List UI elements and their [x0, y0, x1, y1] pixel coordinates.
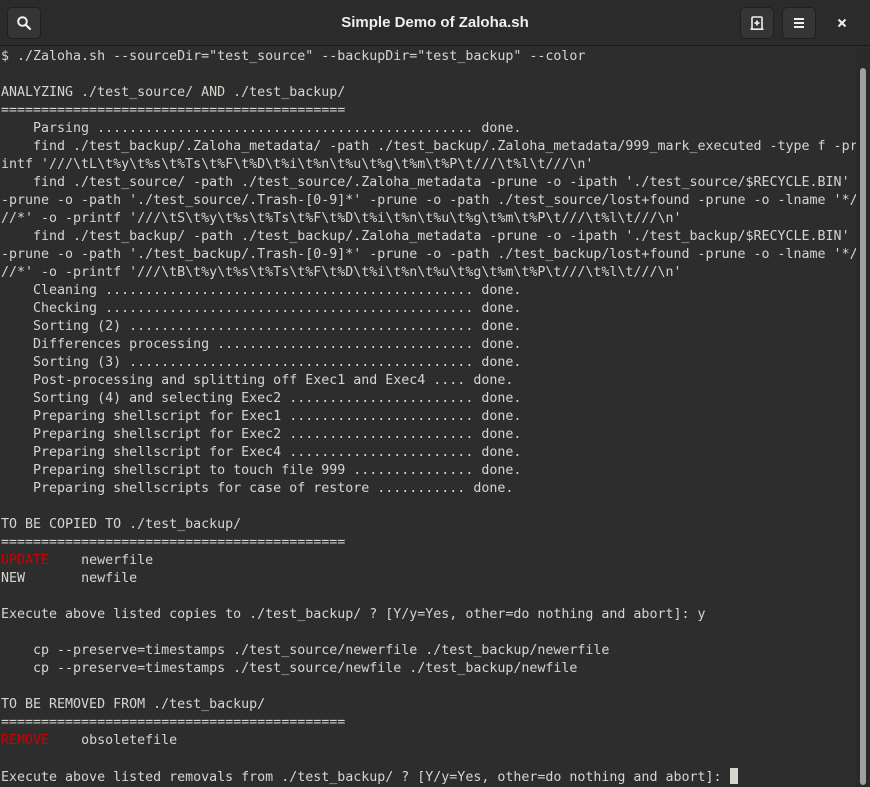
action-label: NEW — [1, 571, 26, 586]
search-button[interactable] — [7, 7, 41, 39]
terminal-line: //*' -o -printf '///\tS\t%y\t%s\t%Ts\t%F… — [1, 211, 682, 226]
terminal-line: intf '///\tL\t%y\t%s\t%Ts\t%F\t%D\t%i\t%… — [1, 157, 594, 172]
new-tab-button[interactable] — [740, 7, 774, 39]
terminal-line: find ./test_source/ -path ./test_source/… — [1, 175, 850, 190]
terminal-line: find ./test_backup/ -path ./test_backup/… — [1, 229, 850, 244]
terminal-line: Preparing shellscript for Exec2 ........… — [1, 427, 522, 442]
terminal-line: ========================================… — [1, 715, 346, 730]
terminal-line: cp --preserve=timestamps ./test_source/n… — [1, 661, 578, 676]
search-icon — [17, 16, 32, 31]
terminal-line: Sorting (4) and selecting Exec2 ........… — [1, 391, 522, 406]
terminal-line: Preparing shellscript for Exec1 ........… — [1, 409, 522, 424]
terminal-line: //*' -o -printf '///\tB\t%y\t%s\t%Ts\t%F… — [1, 265, 682, 280]
terminal-line: ANALYZING ./test_source/ AND ./test_back… — [1, 85, 346, 100]
terminal-line: Cleaning ...............................… — [1, 283, 522, 298]
file-name: obsoletefile — [81, 733, 178, 748]
menu-button[interactable] — [782, 7, 816, 39]
terminal-line: -prune -o -path './test_source/.Trash-[0… — [1, 193, 856, 208]
hamburger-menu-icon — [794, 18, 804, 28]
terminal-line: $ ./Zaloha.sh --sourceDir="test_source" … — [1, 49, 586, 64]
terminal-line: ========================================… — [1, 103, 346, 118]
terminal-line: TO BE COPIED TO ./test_backup/ — [1, 517, 242, 532]
action-label: UPDATE — [1, 553, 50, 568]
action-label: REMOVE — [1, 733, 50, 748]
terminal-line: Post-processing and splitting off Exec1 … — [1, 373, 514, 388]
file-action-row: REMOVE obsoletefile — [1, 732, 856, 750]
terminal-line: Differences processing .................… — [1, 337, 522, 352]
header-bar: Simple Demo of Zaloha.sh — [0, 0, 870, 46]
scrollbar-thumb[interactable] — [860, 68, 866, 785]
terminal-line: find ./test_backup/.Zaloha_metadata/ -pa… — [1, 139, 856, 154]
file-name: newfile — [81, 571, 138, 586]
terminal-line: ========================================… — [1, 535, 346, 550]
terminal-line: Preparing shellscripts for case of resto… — [1, 481, 514, 496]
text-cursor — [729, 768, 738, 784]
terminal-line: Parsing ................................… — [1, 121, 522, 136]
vertical-scrollbar[interactable] — [856, 48, 870, 787]
terminal-output[interactable]: $ ./Zaloha.sh --sourceDir="test_source" … — [0, 48, 856, 787]
file-name: newerfile — [81, 553, 154, 568]
terminal-lines: $ ./Zaloha.sh --sourceDir="test_source" … — [1, 48, 856, 786]
close-icon — [837, 18, 847, 28]
terminal-line: Execute above listed copies to ./test_ba… — [1, 607, 706, 622]
prompt-text: Execute above listed removals from ./tes… — [1, 770, 730, 785]
prompt-line[interactable]: Execute above listed removals from ./tes… — [1, 768, 856, 786]
terminal-line: Preparing shellscript to touch file 999 … — [1, 463, 522, 478]
terminal-line: Checking ...............................… — [1, 301, 522, 316]
terminal-line: cp --preserve=timestamps ./test_source/n… — [1, 643, 610, 658]
close-button[interactable] — [826, 7, 858, 39]
file-action-row: UPDATE newerfile — [1, 552, 856, 570]
new-tab-icon — [750, 16, 764, 30]
terminal-line: -prune -o -path './test_backup/.Trash-[0… — [1, 247, 856, 262]
terminal-window: Simple Demo of Zaloha.sh $ ./Zaloha.sh -… — [0, 0, 870, 787]
terminal-line: Sorting (3) ............................… — [1, 355, 522, 370]
terminal-line: Sorting (2) ............................… — [1, 319, 522, 334]
file-action-row: NEW newfile — [1, 570, 856, 588]
terminal-line: TO BE REMOVED FROM ./test_backup/ — [1, 697, 266, 712]
terminal-line: Preparing shellscript for Exec4 ........… — [1, 445, 522, 460]
